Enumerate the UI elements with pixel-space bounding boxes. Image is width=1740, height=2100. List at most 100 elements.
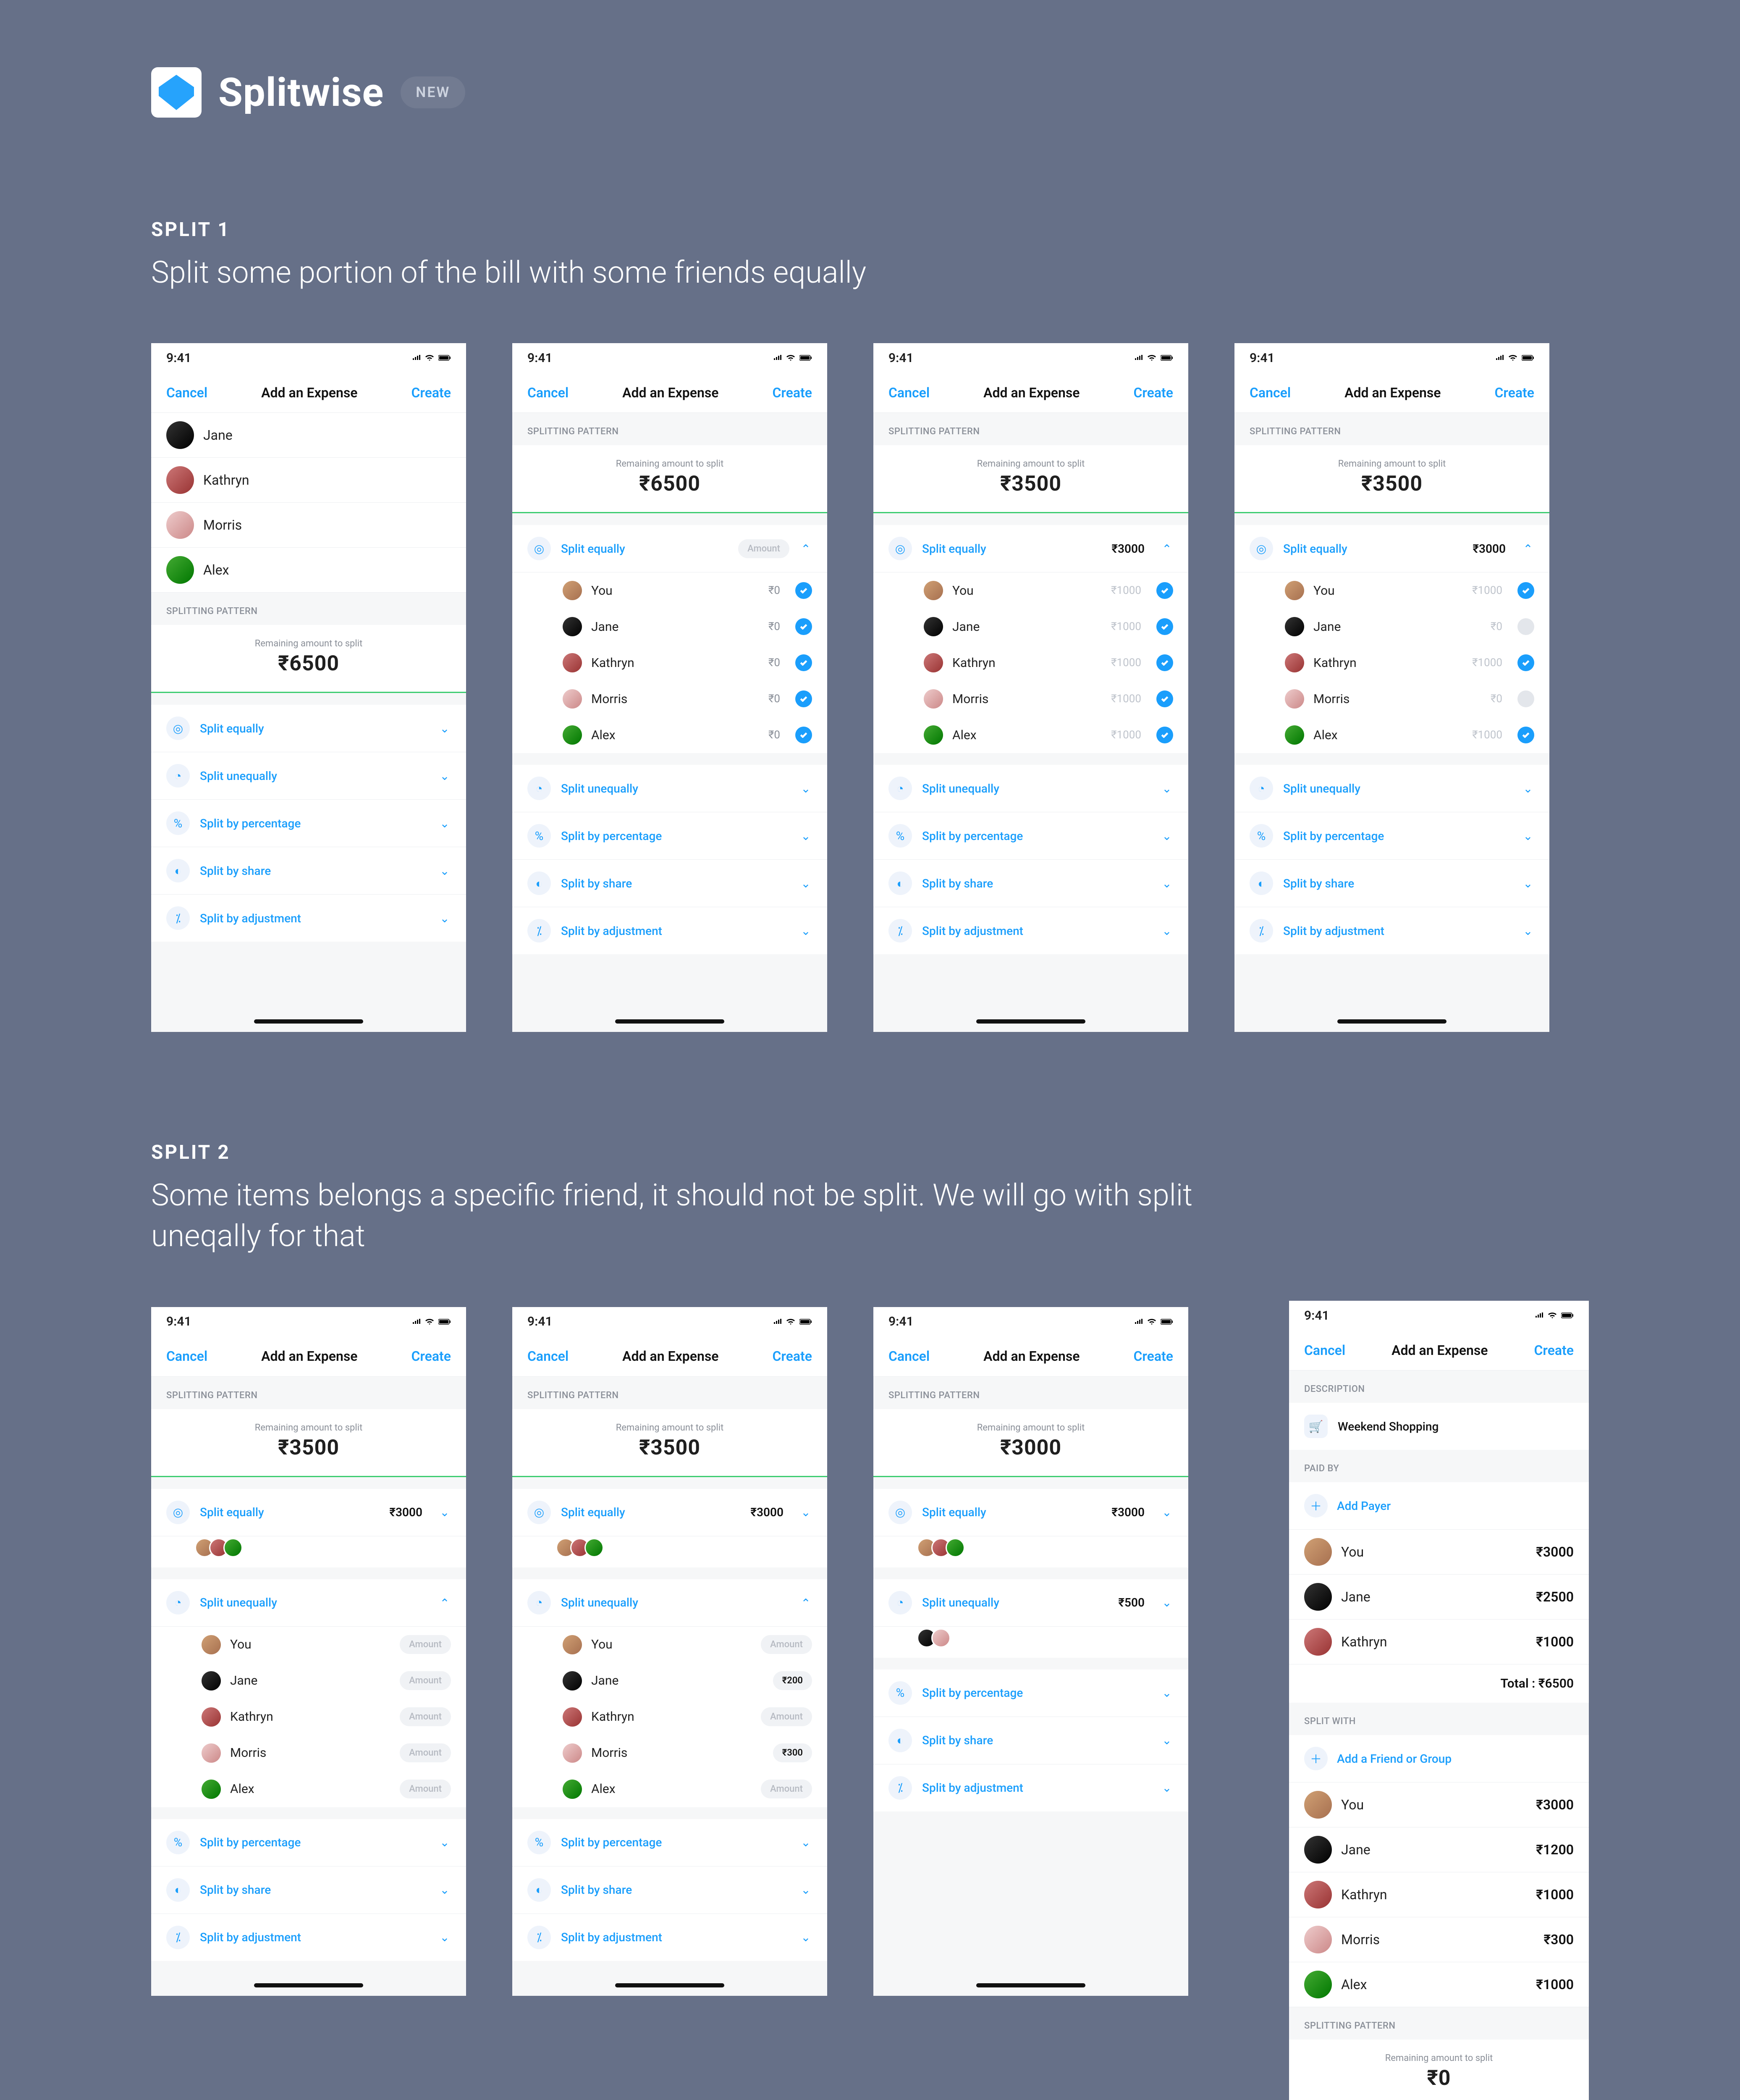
create-button[interactable]: Create bbox=[1133, 1348, 1173, 1364]
friend-morris[interactable]: Morris₹0 bbox=[512, 681, 827, 717]
contact-row-alex[interactable]: Alex bbox=[151, 548, 466, 593]
nav-bar: Cancel Add an Expense Create bbox=[151, 373, 466, 413]
friend-alex[interactable]: Alex₹0 bbox=[512, 717, 827, 753]
remaining-amount: ₹3500 bbox=[873, 472, 1188, 496]
chevron-up-icon: ⌄ bbox=[799, 542, 812, 555]
screen-split2-a: 9:41 CancelAdd an ExpenseCreate SPLITTIN… bbox=[151, 1307, 466, 1996]
clock: 9:41 bbox=[166, 351, 191, 365]
screen-split1-a: 9:41 Cancel Add an Expense Create Jane Kat… bbox=[151, 343, 466, 1032]
split-percentage-row[interactable]: %Split by percentage⌄ bbox=[151, 800, 466, 847]
payer-kathryn[interactable]: Kathryn₹1000 bbox=[1289, 1620, 1589, 1664]
add-payer-button[interactable]: ＋Add Payer bbox=[1289, 1482, 1589, 1530]
split-morris[interactable]: Morris₹300 bbox=[1289, 1917, 1589, 1962]
chevron-down-icon: ⌄ bbox=[438, 722, 451, 735]
friend-kathryn[interactable]: Kathryn₹0 bbox=[512, 645, 827, 681]
create-button[interactable]: Create bbox=[1534, 1342, 1574, 1358]
status-icons bbox=[412, 355, 451, 361]
app-logo-icon bbox=[151, 67, 202, 118]
avatar-stack bbox=[151, 1536, 466, 1567]
chevron-down-icon: ⌄ bbox=[438, 817, 451, 830]
split-equally-row[interactable]: ◎Split equally⌄ bbox=[151, 705, 466, 752]
chevron-down-icon: ⌄ bbox=[438, 769, 451, 782]
section1-desc: Split some portion of the bill with some… bbox=[151, 252, 1243, 293]
splitting-pattern-label: SPLITTING PATTERN bbox=[151, 593, 466, 625]
payer-you[interactable]: You₹3000 bbox=[1289, 1530, 1589, 1575]
description-label: DESCRIPTION bbox=[1289, 1370, 1589, 1403]
add-friend-button[interactable]: ＋Add a Friend or Group bbox=[1289, 1735, 1589, 1782]
split-percentage-row[interactable]: %Split by percentage⌄ bbox=[512, 812, 827, 860]
create-button[interactable]: Create bbox=[1133, 385, 1173, 401]
percent-icon: % bbox=[166, 811, 190, 835]
split-jane[interactable]: Jane₹1200 bbox=[1289, 1827, 1589, 1872]
adjust-icon: ⁒ bbox=[166, 906, 190, 930]
unequal-icon: ◔ bbox=[166, 764, 190, 788]
cancel-button[interactable]: Cancel bbox=[888, 1348, 930, 1364]
screen-summary: 9:41 CancelAdd an ExpenseCreate DESCRIPT… bbox=[1289, 1301, 1589, 2100]
contact-row-jane[interactable]: Jane bbox=[151, 413, 466, 458]
amount-input[interactable]: Amount bbox=[400, 1635, 451, 1654]
plus-icon: ＋ bbox=[1304, 1747, 1328, 1770]
contact-row-morris[interactable]: Morris bbox=[151, 503, 466, 548]
cancel-button[interactable]: Cancel bbox=[527, 1348, 569, 1364]
split-share-row[interactable]: ◐Split by share⌄ bbox=[151, 847, 466, 895]
create-button[interactable]: Create bbox=[411, 385, 451, 401]
cancel-button[interactable]: Cancel bbox=[166, 385, 207, 401]
screen-split1-c: 9:41 CancelAdd an ExpenseCreate SPLITTIN… bbox=[873, 343, 1188, 1032]
create-button[interactable]: Create bbox=[1494, 385, 1534, 401]
screen-split1-b: 9:41 CancelAdd an ExpenseCreate SPLITTIN… bbox=[512, 343, 827, 1032]
split-share-row[interactable]: ◐Split by share⌄ bbox=[512, 860, 827, 907]
contact-row-kathryn[interactable]: Kathryn bbox=[151, 458, 466, 503]
split-unequally-row[interactable]: ◔Split unequally⌄ bbox=[151, 752, 466, 800]
friend-jane[interactable]: Jane₹0 bbox=[512, 609, 827, 645]
split-unequally-row[interactable]: ◔Split unequally⌄ bbox=[512, 765, 827, 812]
payer-jane[interactable]: Jane₹2500 bbox=[1289, 1575, 1589, 1620]
create-button[interactable]: Create bbox=[411, 1348, 451, 1364]
remaining-amount: ₹6500 bbox=[151, 651, 466, 676]
splitwith-label: SPLIT WITH bbox=[1289, 1703, 1589, 1735]
method-amount: ₹3000 bbox=[1111, 542, 1145, 556]
home-indicator bbox=[254, 1019, 363, 1024]
cancel-button[interactable]: Cancel bbox=[1250, 385, 1291, 401]
share-icon: ◐ bbox=[166, 859, 190, 882]
cancel-button[interactable]: Cancel bbox=[1304, 1342, 1345, 1358]
jane-amount[interactable]: ₹200 bbox=[773, 1671, 812, 1690]
plus-icon: ＋ bbox=[1304, 1494, 1328, 1517]
create-button[interactable]: Create bbox=[772, 1348, 812, 1364]
section1-title: SPLIT 1 bbox=[151, 218, 1589, 241]
split-kathryn[interactable]: Kathryn₹1000 bbox=[1289, 1872, 1589, 1917]
create-button[interactable]: Create bbox=[772, 385, 812, 401]
cancel-button[interactable]: Cancel bbox=[888, 385, 930, 401]
cancel-button[interactable]: Cancel bbox=[166, 1348, 207, 1364]
morris-amount[interactable]: ₹300 bbox=[773, 1743, 812, 1762]
brand-header: Splitwise NEW bbox=[151, 67, 1589, 118]
split-equally-row[interactable]: ◎Split equally₹3000⌄ bbox=[873, 525, 1188, 572]
friend-you[interactable]: You₹0 bbox=[512, 572, 827, 609]
screen-split1-d: 9:41 CancelAdd an ExpenseCreate SPLITTIN… bbox=[1234, 343, 1549, 1032]
paidby-label: PAID BY bbox=[1289, 1450, 1589, 1482]
new-badge: NEW bbox=[401, 76, 465, 108]
amount-chip[interactable]: Amount bbox=[738, 539, 789, 558]
section2-title: SPLIT 2 bbox=[151, 1141, 1243, 1164]
screen-split2-c: 9:41 CancelAdd an ExpenseCreate SPLITTIN… bbox=[873, 1307, 1188, 1996]
paid-total: Total : ₹6500 bbox=[1289, 1664, 1589, 1703]
remaining-amount: ₹3500 bbox=[1234, 472, 1549, 496]
nav-title: Add an Expense bbox=[261, 385, 357, 401]
split-adjustment-row[interactable]: ⁒Split by adjustment⌄ bbox=[151, 895, 466, 942]
check-off-icon[interactable] bbox=[1517, 618, 1534, 635]
chevron-down-icon: ⌄ bbox=[438, 864, 451, 877]
cart-icon: 🛒 bbox=[1304, 1415, 1328, 1438]
description-value: Weekend Shopping bbox=[1338, 1420, 1574, 1433]
chevron-down-icon: ⌄ bbox=[438, 912, 451, 924]
split-alex[interactable]: Alex₹1000 bbox=[1289, 1962, 1589, 2007]
split-equally-row[interactable]: ◎Split equallyAmount⌄ bbox=[512, 525, 827, 572]
status-bar: 9:41 bbox=[151, 343, 466, 373]
split-you[interactable]: You₹3000 bbox=[1289, 1782, 1589, 1827]
check-icon[interactable] bbox=[795, 582, 812, 599]
screen-split2-b: 9:41 CancelAdd an ExpenseCreate SPLITTIN… bbox=[512, 1307, 827, 1996]
equal-icon: ◎ bbox=[166, 717, 190, 740]
split-unequally-row[interactable]: ◔Split unequally⌄ bbox=[151, 1579, 466, 1627]
split-adjustment-row[interactable]: ⁒Split by adjustment⌄ bbox=[512, 907, 827, 954]
description-row[interactable]: 🛒 Weekend Shopping bbox=[1289, 1403, 1589, 1450]
remaining-amount: ₹6500 bbox=[512, 472, 827, 496]
cancel-button[interactable]: Cancel bbox=[527, 385, 569, 401]
